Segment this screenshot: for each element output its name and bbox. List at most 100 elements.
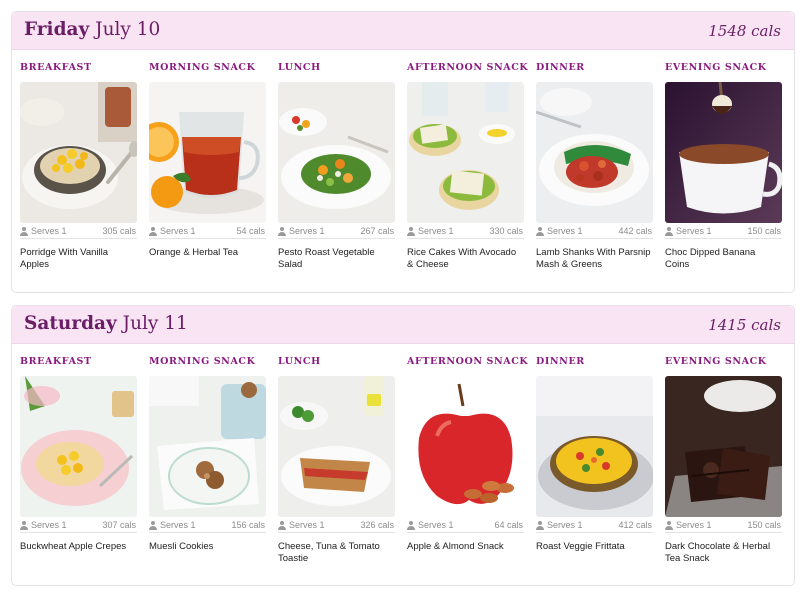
serves: Serves 1 — [407, 226, 454, 236]
toastie-plate-photo[interactable] — [278, 376, 395, 517]
tea-cup-orange-photo[interactable] — [149, 82, 266, 223]
meal-calories: 64 cals — [494, 520, 523, 530]
serves-label: Serves 1 — [676, 520, 712, 530]
meal-type-label: Morning Snack — [149, 62, 256, 73]
serves-label: Serves 1 — [676, 226, 712, 236]
meal-meta: Serves 1 150 cals — [665, 519, 782, 533]
meal-card-breakfast[interactable]: Breakfast Serves 1 — [20, 62, 138, 287]
user-icon — [665, 520, 673, 530]
day-title: Saturday July 11 — [24, 313, 188, 334]
user-icon — [665, 226, 673, 236]
meal-meta: Serves 1 326 cals — [278, 519, 395, 533]
apple-almonds-photo[interactable] — [407, 376, 524, 517]
meal-name-link[interactable]: Buckwheat Apple Crepes — [20, 541, 137, 553]
user-icon — [407, 520, 415, 530]
serves: Serves 1 — [149, 226, 196, 236]
meal-name-link[interactable]: Apple & Almond Snack — [407, 541, 524, 553]
serves: Serves 1 — [278, 520, 325, 530]
meal-name-link[interactable]: Orange & Herbal Tea — [149, 247, 266, 259]
meal-type-label: Afternoon Snack — [407, 356, 529, 367]
meal-calories: 156 cals — [231, 520, 265, 530]
day-card-saturday: Saturday July 11 1415 cals Breakfast — [11, 305, 795, 586]
meal-meta: Serves 1 64 cals — [407, 519, 524, 533]
serves-label: Serves 1 — [418, 226, 454, 236]
meal-name-link[interactable]: Cheese, Tuna & Tomato Toastie — [278, 541, 395, 565]
meal-list: Breakfast Serves 1 307 cals Buckw — [20, 356, 790, 581]
meal-name-link[interactable]: Lamb Shanks With Parsnip Mash & Greens — [536, 247, 653, 271]
meal-name-link[interactable]: Porridge With Vanilla Apples — [20, 247, 137, 271]
meal-card-lunch[interactable]: Lunch Serves 1 326 cals Cheese, Tuna & T… — [278, 356, 396, 581]
meal-calories: 150 cals — [747, 520, 781, 530]
meal-meta: Serves 1 442 cals — [536, 225, 653, 239]
day-header: Friday July 10 1548 cals — [12, 12, 794, 50]
meal-card-lunch[interactable]: Lunch Serves 1 267 cals Pesto Roa — [278, 62, 396, 287]
meal-calories: 307 cals — [102, 520, 136, 530]
day-date: July 11 — [122, 313, 188, 334]
porridge-bowl-photo[interactable] — [20, 82, 137, 223]
user-icon — [149, 520, 157, 530]
day-title: Friday July 10 — [24, 19, 160, 40]
meal-card-morning-snack[interactable]: Morning Snack Serves 1 156 cals M — [149, 356, 267, 581]
meal-type-label: Afternoon Snack — [407, 62, 529, 73]
day-total-calories: 1548 cals — [708, 22, 781, 40]
user-icon — [536, 520, 544, 530]
meal-name-link[interactable]: Muesli Cookies — [149, 541, 266, 553]
meal-calories: 330 cals — [489, 226, 523, 236]
user-icon — [20, 226, 28, 236]
serves-label: Serves 1 — [289, 520, 325, 530]
salad-plate-photo[interactable] — [278, 82, 395, 223]
meal-type-label: Dinner — [536, 356, 585, 367]
meal-list: Breakfast Serves 1 — [20, 62, 790, 287]
meal-meta: Serves 1 412 cals — [536, 519, 653, 533]
meal-type-label: Evening Snack — [665, 356, 767, 367]
meal-name-link[interactable]: Choc Dipped Banana Coins — [665, 247, 782, 271]
meal-card-afternoon-snack[interactable]: Afternoon Snack Serves 1 — [407, 62, 529, 287]
meal-name-link[interactable]: Roast Veggie Frittata — [536, 541, 653, 553]
meal-meta: Serves 1 150 cals — [665, 225, 782, 239]
serves-label: Serves 1 — [418, 520, 454, 530]
meal-card-breakfast[interactable]: Breakfast Serves 1 307 cals Buckw — [20, 356, 138, 581]
dark-chocolate-photo[interactable] — [665, 376, 782, 517]
user-icon — [278, 226, 286, 236]
meal-meta: Serves 1 305 cals — [20, 225, 137, 239]
meal-name-link[interactable]: Rice Cakes With Avocado & Cheese — [407, 247, 524, 271]
serves-label: Serves 1 — [31, 520, 67, 530]
serves-label: Serves 1 — [160, 520, 196, 530]
meal-type-label: Lunch — [278, 356, 321, 367]
meal-calories: 267 cals — [360, 226, 394, 236]
crepes-plate-photo[interactable] — [20, 376, 137, 517]
meal-meta: Serves 1 156 cals — [149, 519, 266, 533]
meal-card-evening-snack[interactable]: Evening Snack Serves 1 150 cals Choc Dip… — [665, 62, 783, 287]
meal-card-afternoon-snack[interactable]: Afternoon Snack Serves 1 64 cals Apple &… — [407, 356, 529, 581]
day-header: Saturday July 11 1415 cals — [12, 306, 794, 344]
meal-calories: 54 cals — [236, 226, 265, 236]
serves: Serves 1 — [278, 226, 325, 236]
meal-meta: Serves 1 54 cals — [149, 225, 266, 239]
meal-card-dinner[interactable]: Dinner Serves 1 442 cals Lamb Sha — [536, 62, 654, 287]
meal-name-link[interactable]: Pesto Roast Vegetable Salad — [278, 247, 395, 271]
day-card-friday: Friday July 10 1548 cals Breakfast — [11, 11, 795, 293]
muesli-cookies-photo[interactable] — [149, 376, 266, 517]
rice-cakes-photo[interactable] — [407, 82, 524, 223]
meal-calories: 442 cals — [618, 226, 652, 236]
meal-type-label: Breakfast — [20, 62, 92, 73]
serves: Serves 1 — [536, 520, 583, 530]
serves-label: Serves 1 — [547, 520, 583, 530]
meal-card-evening-snack[interactable]: Evening Snack Serves 1 150 cals Dark Cho… — [665, 356, 783, 581]
meal-calories: 326 cals — [360, 520, 394, 530]
user-icon — [536, 226, 544, 236]
meal-name-link[interactable]: Dark Chocolate & Herbal Tea Snack — [665, 541, 782, 565]
serves: Serves 1 — [20, 520, 67, 530]
lamb-shanks-photo[interactable] — [536, 82, 653, 223]
meal-calories: 150 cals — [747, 226, 781, 236]
day-name: Friday — [24, 19, 90, 40]
serves: Serves 1 — [20, 226, 67, 236]
day-name: Saturday — [24, 313, 117, 334]
chocolate-cup-photo[interactable] — [665, 82, 782, 223]
meal-card-morning-snack[interactable]: Morning Snack Serves 1 54 cals — [149, 62, 267, 287]
serves: Serves 1 — [149, 520, 196, 530]
meal-card-dinner[interactable]: Dinner Serves 1 412 cals Roast Veggie Fr… — [536, 356, 654, 581]
frittata-pan-photo[interactable] — [536, 376, 653, 517]
day-total-calories: 1415 cals — [708, 316, 781, 334]
meal-type-label: Dinner — [536, 62, 585, 73]
